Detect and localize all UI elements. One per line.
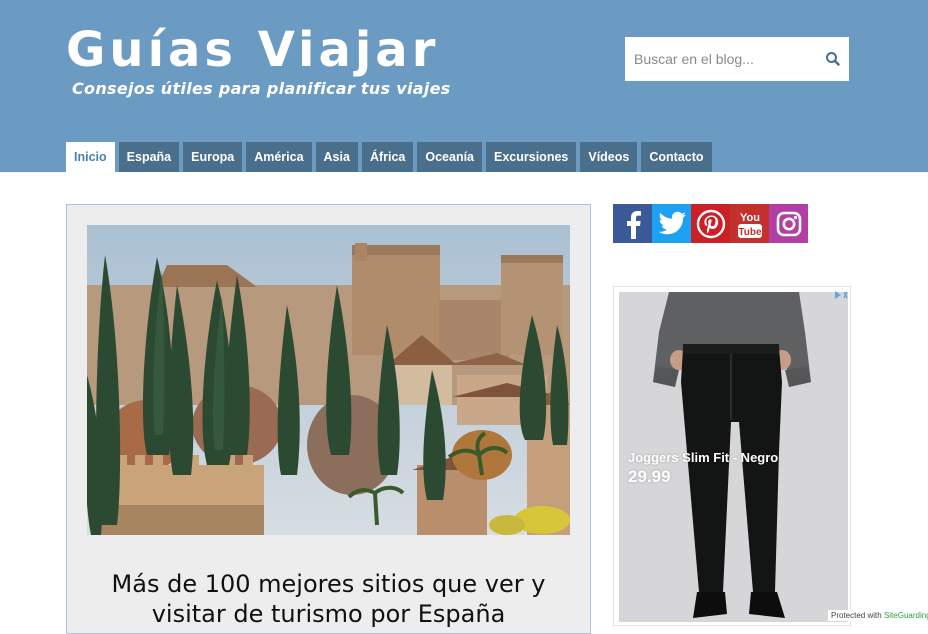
nav-item-espana[interactable]: España bbox=[118, 142, 180, 172]
youtube-icon[interactable]: You Tube bbox=[730, 204, 769, 243]
nav-item-africa[interactable]: África bbox=[361, 142, 414, 172]
nav-item-oceania[interactable]: Oceanía bbox=[417, 142, 483, 172]
nav-item-asia[interactable]: Asia bbox=[315, 142, 358, 172]
social-bar: You Tube bbox=[613, 204, 808, 243]
nav-item-inicio[interactable]: Inicio bbox=[66, 142, 115, 172]
main-nav: Inicio España Europa América Asia África… bbox=[66, 142, 712, 172]
nav-item-america[interactable]: América bbox=[246, 142, 312, 172]
nav-item-excursiones[interactable]: Excursiones bbox=[486, 142, 577, 172]
ad-product-name[interactable]: Joggers Slim Fit - Negro bbox=[628, 450, 778, 465]
nav-item-videos[interactable]: Vídeos bbox=[580, 142, 638, 172]
instagram-icon[interactable] bbox=[769, 204, 808, 243]
site-tagline: Consejos útiles para planificar tus viaj… bbox=[72, 79, 451, 98]
security-badge[interactable]: Protected with SiteGuarding bbox=[828, 610, 928, 621]
security-badge-text: Protected with bbox=[831, 611, 882, 620]
twitter-icon[interactable] bbox=[652, 204, 691, 243]
alhambra-photo[interactable] bbox=[87, 225, 570, 535]
search-box bbox=[625, 37, 849, 81]
featured-post-card: Más de 100 mejores sitios que ver y visi… bbox=[66, 204, 591, 634]
adchoices-icon[interactable] bbox=[832, 289, 848, 301]
nav-item-europa[interactable]: Europa bbox=[183, 142, 243, 172]
pinterest-icon[interactable] bbox=[691, 204, 730, 243]
site-header: Guías Viajar Consejos útiles para planif… bbox=[0, 0, 928, 172]
post-title[interactable]: Más de 100 mejores sitios que ver y visi… bbox=[87, 569, 570, 629]
security-badge-brand: SiteGuarding bbox=[883, 611, 928, 620]
site-title[interactable]: Guías Viajar bbox=[66, 22, 439, 78]
svg-text:You: You bbox=[740, 212, 760, 224]
ad-banner[interactable]: Joggers Slim Fit - Negro 29.99 bbox=[613, 286, 851, 626]
nav-item-contacto[interactable]: Contacto bbox=[641, 142, 712, 172]
svg-text:Tube: Tube bbox=[738, 227, 762, 238]
search-input[interactable] bbox=[626, 38, 816, 80]
ad-price[interactable]: 29.99 bbox=[628, 467, 671, 487]
search-icon[interactable] bbox=[824, 50, 842, 68]
facebook-icon[interactable] bbox=[613, 204, 652, 243]
